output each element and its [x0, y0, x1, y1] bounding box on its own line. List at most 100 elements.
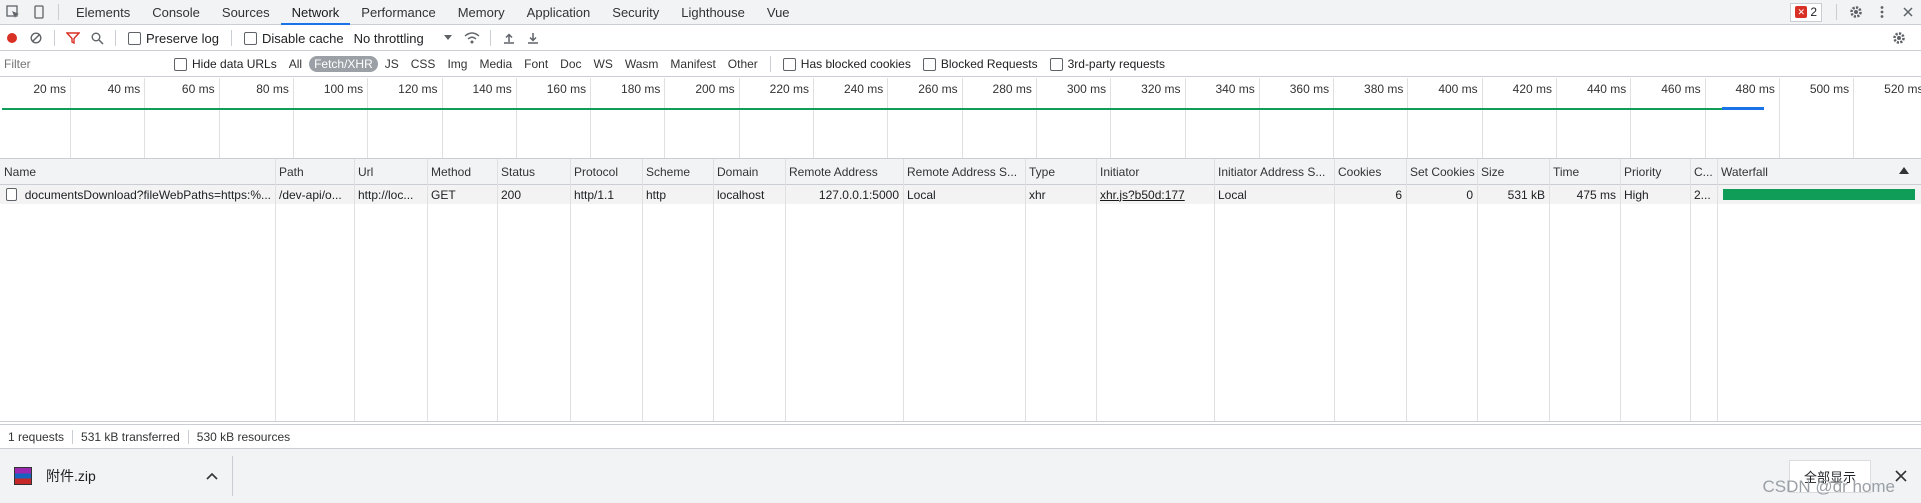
column-header-initiator[interactable]: Initiator: [1096, 159, 1214, 184]
has-blocked-cookies-checkbox[interactable]: Has blocked cookies: [782, 57, 911, 71]
column-header-scheme[interactable]: Scheme: [642, 159, 713, 184]
column-divider[interactable]: [1025, 159, 1026, 421]
timeline-gridline: [1184, 78, 1186, 158]
column-header-remote-address-s[interactable]: Remote Address S...: [903, 159, 1025, 184]
chevron-up-icon[interactable]: [206, 472, 218, 480]
column-divider[interactable]: [1717, 159, 1718, 421]
column-divider[interactable]: [785, 159, 786, 421]
filter-funnel-icon[interactable]: [61, 26, 85, 50]
column-header-url[interactable]: Url: [354, 159, 427, 184]
table-row[interactable]: documentsDownload?fileWebPaths=https:%..…: [0, 185, 1921, 204]
filter-type-doc[interactable]: Doc: [555, 56, 586, 72]
download-item[interactable]: 附件.zip: [0, 456, 233, 496]
filter-type-wasm[interactable]: Wasm: [620, 56, 664, 72]
checkbox-box[interactable]: [243, 31, 257, 45]
filter-type-font[interactable]: Font: [519, 56, 553, 72]
throttling-select[interactable]: No throttling: [354, 31, 452, 46]
record-icon[interactable]: [0, 26, 24, 50]
column-header-name[interactable]: Name: [0, 159, 275, 184]
column-divider[interactable]: [1477, 159, 1478, 421]
timeline-overview[interactable]: 20 ms 40 ms 60 ms 80 ms 100 ms 120 ms 140 ms 16…: [0, 78, 1921, 159]
tab-elements[interactable]: Elements: [65, 0, 141, 24]
column-divider[interactable]: [354, 159, 355, 421]
tab-sources[interactable]: Sources: [211, 0, 281, 24]
column-divider[interactable]: [903, 159, 904, 421]
column-header-domain[interactable]: Domain: [713, 159, 785, 184]
column-header-c[interactable]: C...: [1690, 159, 1717, 184]
filter-type-ws[interactable]: WS: [589, 56, 618, 72]
column-divider[interactable]: [275, 159, 276, 421]
column-divider[interactable]: [570, 159, 571, 421]
checkbox-box[interactable]: [1049, 57, 1063, 71]
column-header-waterfall[interactable]: Waterfall: [1717, 159, 1921, 184]
device-toolbar-icon[interactable]: [26, 0, 52, 24]
sort-ascending-icon[interactable]: [1899, 167, 1909, 174]
network-settings-gear-icon[interactable]: [1887, 26, 1911, 50]
export-har-icon[interactable]: [521, 26, 545, 50]
blocked-requests-checkbox[interactable]: Blocked Requests: [922, 57, 1038, 71]
tab-network[interactable]: Network: [280, 0, 351, 25]
filter-type-fetch-xhr[interactable]: Fetch/XHR: [309, 56, 378, 72]
inspect-element-icon[interactable]: [0, 0, 26, 24]
tab-security[interactable]: Security: [601, 0, 670, 24]
more-options-icon[interactable]: [1869, 0, 1895, 24]
column-header-size[interactable]: Size: [1477, 159, 1549, 184]
column-header-status[interactable]: Status: [497, 159, 570, 184]
filter-type-manifest[interactable]: Manifest: [665, 56, 720, 72]
checkbox-box[interactable]: [128, 31, 141, 45]
column-divider[interactable]: [1214, 159, 1215, 421]
disable-cache-checkbox[interactable]: Disable cache: [243, 31, 344, 46]
checkbox-box[interactable]: [922, 57, 936, 71]
preserve-log-checkbox[interactable]: Preserve log: [128, 31, 219, 46]
close-shelf-icon[interactable]: [1895, 470, 1907, 482]
network-conditions-wifi-icon[interactable]: [460, 26, 484, 50]
tab-performance[interactable]: Performance: [350, 0, 446, 24]
filter-type-media[interactable]: Media: [474, 56, 517, 72]
column-header-priority[interactable]: Priority: [1620, 159, 1690, 184]
checkbox-box[interactable]: [174, 57, 187, 71]
waterfall-bar[interactable]: [1723, 189, 1915, 200]
column-header-initiator-address-s[interactable]: Initiator Address S...: [1214, 159, 1334, 184]
column-divider[interactable]: [642, 159, 643, 421]
settings-gear-icon[interactable]: [1843, 0, 1869, 24]
close-devtools-icon[interactable]: [1895, 0, 1921, 24]
third-party-requests-checkbox[interactable]: 3rd-party requests: [1049, 57, 1165, 71]
column-divider[interactable]: [1549, 159, 1550, 421]
filter-type-other[interactable]: Other: [723, 56, 763, 72]
column-divider[interactable]: [1690, 159, 1691, 421]
column-divider[interactable]: [427, 159, 428, 421]
column-header-method[interactable]: Method: [427, 159, 497, 184]
column-header-time[interactable]: Time: [1549, 159, 1620, 184]
timeline-gridline: [1778, 78, 1780, 158]
column-divider[interactable]: [1406, 159, 1407, 421]
import-har-icon[interactable]: [497, 26, 521, 50]
tab-memory[interactable]: Memory: [447, 0, 516, 24]
hide-data-urls-checkbox[interactable]: Hide data URLs: [174, 57, 277, 71]
column-header-protocol[interactable]: Protocol: [570, 159, 642, 184]
chevron-down-icon: [443, 35, 452, 40]
column-divider[interactable]: [1334, 159, 1335, 421]
clear-icon[interactable]: [24, 26, 48, 50]
filter-type-css[interactable]: CSS: [406, 56, 441, 72]
search-icon[interactable]: [85, 26, 109, 50]
column-divider[interactable]: [713, 159, 714, 421]
tab-application[interactable]: Application: [516, 0, 602, 24]
tab-lighthouse[interactable]: Lighthouse: [670, 0, 756, 24]
column-divider[interactable]: [1096, 159, 1097, 421]
filter-type-js[interactable]: JS: [380, 56, 404, 72]
column-divider[interactable]: [497, 159, 498, 421]
column-header-cookies[interactable]: Cookies: [1334, 159, 1406, 184]
filter-input[interactable]: Filter: [0, 55, 168, 73]
column-header-remote-address[interactable]: Remote Address: [785, 159, 903, 184]
tab-vue[interactable]: Vue: [756, 0, 801, 24]
column-header-type[interactable]: Type: [1025, 159, 1096, 184]
error-counter[interactable]: ✕ 2: [1790, 2, 1822, 22]
filter-type-img[interactable]: Img: [442, 56, 472, 72]
checkbox-box[interactable]: [782, 57, 796, 71]
cell-initiator[interactable]: xhr.js?b50d:177: [1096, 185, 1214, 204]
column-header-path[interactable]: Path: [275, 159, 354, 184]
column-header-set-cookies[interactable]: Set Cookies: [1406, 159, 1477, 184]
filter-type-all[interactable]: All: [284, 56, 307, 72]
column-divider[interactable]: [1620, 159, 1621, 421]
tab-console[interactable]: Console: [141, 0, 211, 24]
